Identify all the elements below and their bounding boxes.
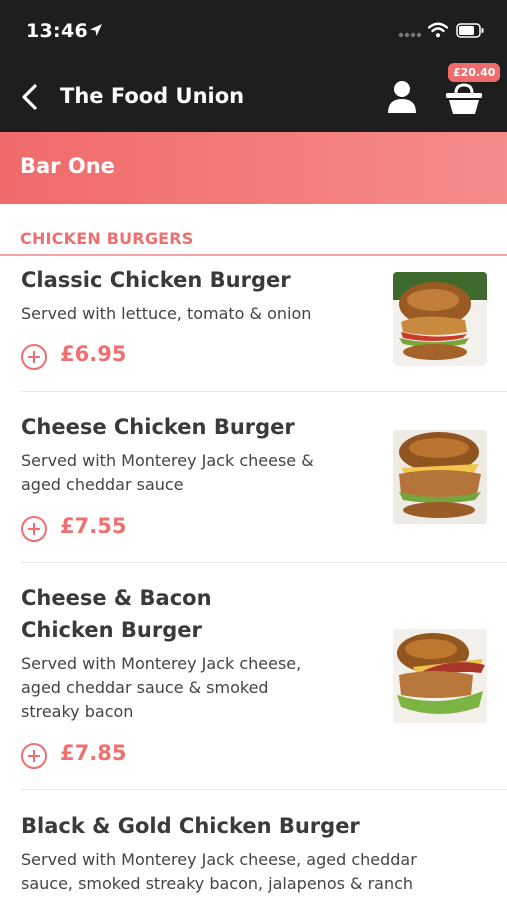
item-name: Cheese Chicken Burger: [21, 415, 295, 439]
menu-item-black-gold-chicken-burger[interactable]: Black & Gold Chicken Burger Served with …: [0, 810, 507, 900]
back-chevron-icon[interactable]: [18, 82, 42, 112]
item-price: £7.85: [60, 741, 127, 765]
item-divider: [21, 562, 507, 563]
item-price: £7.55: [60, 514, 127, 538]
status-time: 13:46: [26, 20, 88, 42]
menu-item-classic-chicken-burger[interactable]: Classic Chicken Burger Served with lettu…: [0, 262, 507, 392]
location-arrow-icon: [90, 24, 102, 36]
item-description-line-2: aged cheddar sauce: [21, 475, 184, 494]
burger-image: [393, 272, 487, 366]
item-name-line-2: Chicken Burger: [21, 618, 202, 642]
item-description-line-1: Served with Monterey Jack cheese, aged c…: [21, 850, 417, 869]
section-title: CHICKEN BURGERS: [20, 229, 194, 248]
item-description-line-1: Served with Monterey Jack cheese &: [21, 451, 314, 470]
basket-icon[interactable]: [444, 82, 484, 116]
section-divider: [0, 254, 507, 256]
burger-image: [393, 430, 487, 524]
add-circle-icon[interactable]: [21, 516, 47, 542]
item-name: Classic Chicken Burger: [21, 268, 291, 292]
item-name: Black & Gold Chicken Burger: [21, 814, 360, 838]
venue-name: Bar One: [20, 154, 115, 178]
item-price: £6.95: [60, 342, 127, 366]
item-description: Served with lettuce, tomato & onion: [21, 304, 312, 323]
menu-item-cheese-chicken-burger[interactable]: Cheese Chicken Burger Served with Monter…: [0, 409, 507, 563]
venue-banner: Bar One: [0, 132, 507, 204]
item-description-line-2: aged cheddar sauce & smoked: [21, 678, 269, 697]
wifi-icon: [428, 22, 448, 38]
item-divider: [21, 789, 507, 790]
add-circle-icon[interactable]: [21, 743, 47, 769]
basket-total-badge: £20.40: [448, 63, 501, 82]
item-description-line-3: streaky bacon: [21, 702, 134, 721]
signal-dots-icon: [398, 32, 422, 38]
item-description-line-2: sauce, smoked streaky bacon, jalapenos &…: [21, 874, 414, 893]
battery-icon: [456, 23, 484, 38]
burger-image: [393, 629, 487, 723]
user-icon[interactable]: [386, 79, 418, 115]
menu-item-cheese-bacon-chicken-burger[interactable]: Cheese & Bacon Chicken Burger Served wit…: [0, 582, 507, 790]
status-bar: 13:46: [0, 0, 507, 62]
top-nav-bar: The Food Union £20.40: [0, 62, 507, 132]
item-description-line-1: Served with Monterey Jack cheese,: [21, 654, 302, 673]
item-divider: [21, 391, 507, 392]
add-circle-icon[interactable]: [21, 344, 47, 370]
page-title: The Food Union: [60, 84, 245, 108]
item-name-line-1: Cheese & Bacon: [21, 586, 212, 610]
